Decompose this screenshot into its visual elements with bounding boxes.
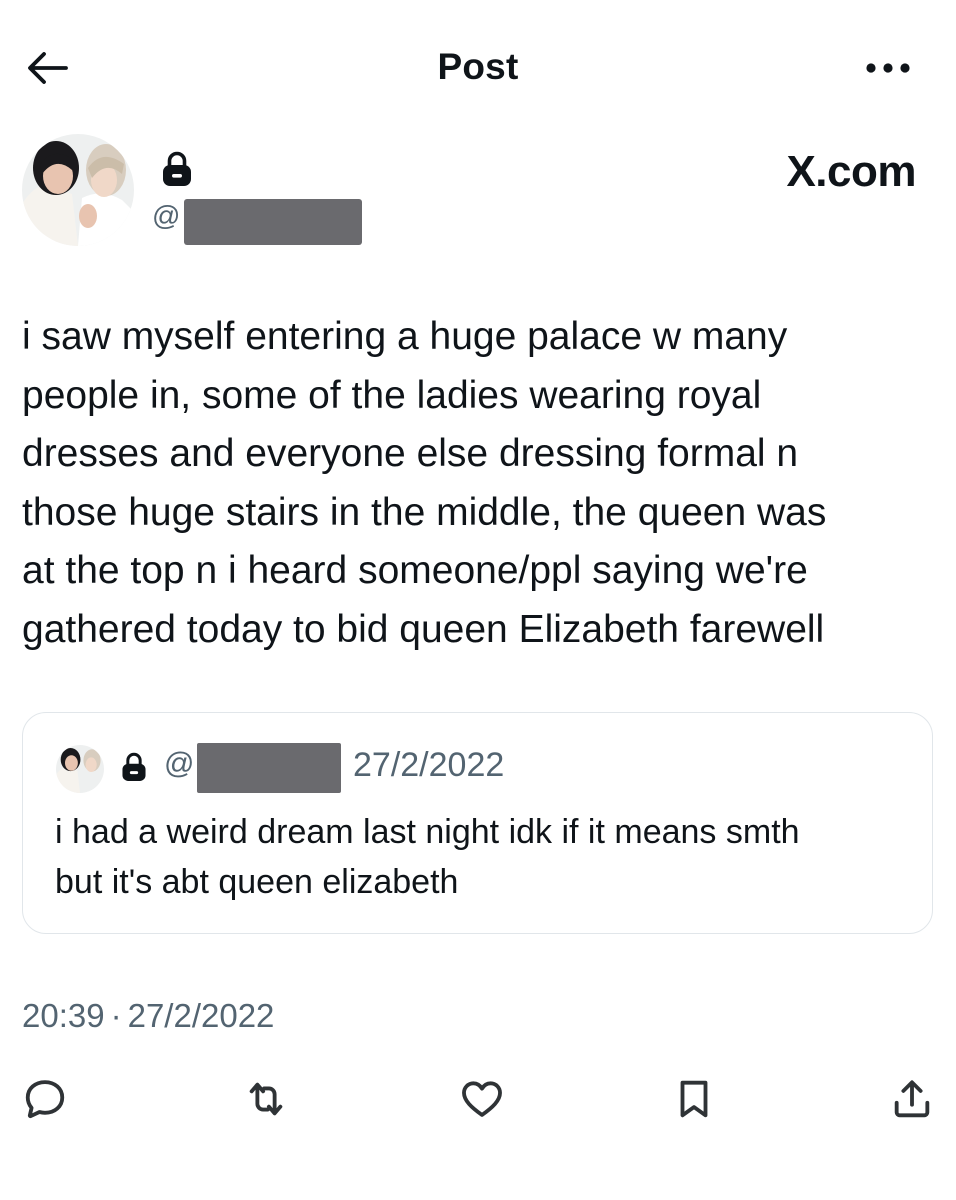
redacted-handle	[184, 199, 362, 245]
quoted-avatar	[56, 745, 104, 793]
bookmark-icon	[680, 1080, 708, 1118]
repost-icon	[249, 1082, 283, 1116]
share-icon	[894, 1080, 930, 1118]
like-icon	[462, 1081, 502, 1117]
more-horizontal-icon	[866, 63, 910, 73]
share-button[interactable]	[886, 1073, 938, 1125]
timestamp-separator: ·	[110, 997, 122, 1034]
post-timestamp: 20:39 · 27/2/2022	[22, 997, 274, 1035]
repost-button[interactable]	[240, 1073, 292, 1125]
post-date: 27/2/2022	[127, 997, 275, 1034]
post-time: 20:39	[22, 997, 105, 1034]
author-handle-prefix: @	[152, 200, 181, 231]
like-button[interactable]	[456, 1073, 508, 1125]
quoted-handle-prefix: @	[164, 747, 195, 780]
protected-account-icon	[120, 751, 148, 783]
more-options-button[interactable]	[858, 50, 918, 86]
post-text: i saw myself entering a huge palace w ma…	[22, 315, 827, 651]
reply-button[interactable]	[19, 1073, 71, 1125]
quoted-date: 27/2/2022	[353, 746, 505, 784]
page-title: Post	[437, 46, 519, 87]
quoted-text: i had a weird dream last night idk if it…	[55, 813, 800, 901]
quoted-post[interactable]: @ 27/2/2022 i had a weird dream last nig…	[22, 712, 933, 934]
watermark: X.com	[786, 147, 916, 196]
profile-photo	[56, 745, 104, 793]
protected-account-icon	[160, 150, 194, 188]
lock-icon	[122, 752, 146, 781]
bookmark-button[interactable]	[668, 1073, 720, 1125]
lock-icon	[163, 151, 191, 186]
profile-photo	[22, 134, 134, 246]
redacted-handle	[197, 743, 341, 793]
avatar[interactable]	[22, 134, 134, 246]
reply-icon	[25, 1080, 65, 1119]
